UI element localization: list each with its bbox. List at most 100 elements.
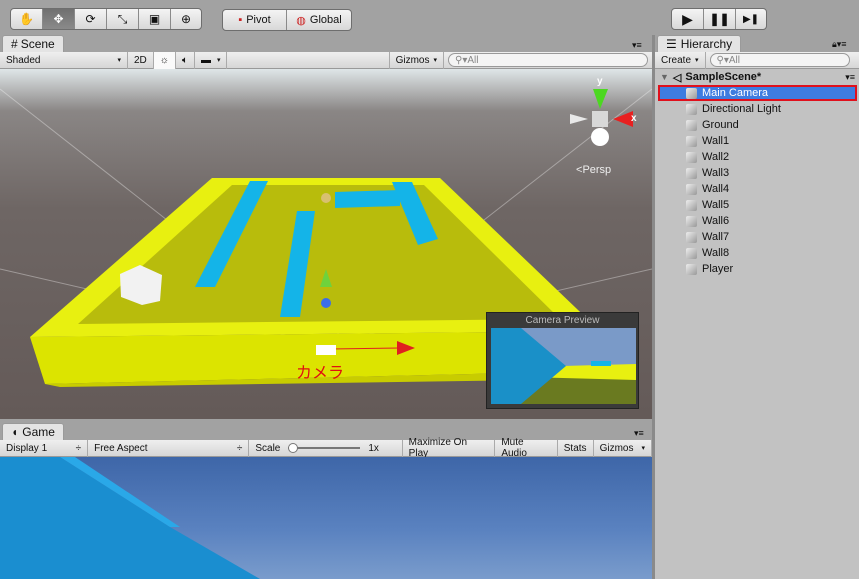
audio-toggle[interactable]: 🔈︎ — [176, 51, 195, 69]
hierarchy-item-wall8[interactable]: Wall8 — [655, 245, 859, 261]
display-dropdown[interactable]: Display 1 ÷ — [0, 439, 89, 457]
expand-arrow-icon[interactable]: ▼ — [660, 72, 669, 82]
rect-tool-button[interactable]: ▣ — [139, 9, 171, 29]
gameobject-icon — [686, 199, 697, 211]
gameobject-icon — [686, 87, 697, 99]
game-viewport[interactable] — [0, 457, 652, 579]
tab-scene[interactable]: # Scene — [2, 35, 64, 52]
hierarchy-item-wall1[interactable]: Wall1 — [655, 133, 859, 149]
hierarchy-item-wall6[interactable]: Wall6 — [655, 213, 859, 229]
maximize-on-play-toggle[interactable]: Maximize On Play — [403, 437, 496, 459]
pivot-label: Pivot — [246, 14, 271, 26]
hierarchy-item-wall4[interactable]: Wall4 — [655, 181, 859, 197]
play-controls: ▶ ❚❚ ▶❚ — [671, 8, 767, 30]
shading-label: Shaded — [6, 54, 41, 66]
item-label: Player — [702, 263, 734, 275]
shading-dropdown[interactable]: Shaded ▾ — [0, 51, 128, 69]
mute-audio-toggle[interactable]: Mute Audio — [495, 437, 558, 459]
hierarchy-item-main-camera[interactable]: Main Camera — [658, 85, 857, 101]
play-button[interactable]: ▶ — [672, 9, 704, 29]
rotate-tool-button[interactable]: ⟳ — [75, 9, 107, 29]
hierarchy-tab-label: Hierarchy — [680, 37, 733, 51]
scale-value: 1x — [368, 442, 379, 454]
item-label: Main Camera — [702, 87, 769, 99]
image-icon: ▬ — [200, 54, 211, 66]
hierarchy-item-directional-light[interactable]: Directional Light — [655, 101, 859, 117]
item-label: Wall3 — [702, 167, 730, 179]
scale-tool-button[interactable]: ⤡ — [107, 9, 139, 29]
move-tool-button[interactable]: ✥ — [43, 9, 75, 29]
scale-slider-thumb[interactable] — [288, 443, 299, 453]
hierarchy-item-wall7[interactable]: Wall7 — [655, 229, 859, 245]
game-gizmos-label: Gizmos — [599, 442, 634, 454]
hierarchy-item-player[interactable]: Player — [655, 261, 859, 277]
hierarchy-search-input[interactable]: ⚲▾ All — [709, 53, 850, 67]
gameobject-icon — [686, 247, 697, 259]
game-panel-menu-icon[interactable]: ▾≡ — [634, 428, 644, 439]
camera-preview-title: Camera Preview — [525, 315, 600, 326]
item-label: Ground — [702, 119, 739, 131]
item-label: Wall4 — [702, 183, 730, 195]
2d-toggle[interactable]: 2D — [128, 51, 154, 69]
gameobject-icon — [686, 231, 697, 243]
hierarchy-toolbar: Create ▾ ⚲▾ All — [655, 51, 859, 69]
global-label: Global — [309, 14, 342, 26]
global-button[interactable]: ◍ Global — [287, 10, 351, 30]
camera-preview: Camera Preview — [486, 312, 639, 409]
create-label: Create — [661, 54, 692, 66]
camera-annotation: カメラ — [296, 365, 345, 382]
lighting-toggle[interactable]: ☼ — [153, 51, 176, 69]
hand-tool-button[interactable]: ✋ — [11, 9, 43, 29]
game-toolbar: Display 1 ÷ Free Aspect ÷ Scale 1x Maximize… — [0, 437, 652, 459]
aspect-dropdown[interactable]: Free Aspect ÷ — [88, 439, 250, 457]
display-label: Display 1 — [6, 442, 48, 454]
game-icon: ◖ — [11, 425, 19, 439]
hierarchy-item-wall3[interactable]: Wall3 — [655, 165, 859, 181]
pivot-button[interactable]: ▪ Pivot — [223, 10, 287, 30]
gameobject-icon — [686, 135, 697, 147]
projection-toggle[interactable]: <Persp — [576, 164, 611, 176]
tab-hierarchy[interactable]: ☰ Hierarchy — [657, 35, 742, 52]
item-label: Wall1 — [702, 135, 730, 147]
gizmos-dropdown[interactable]: Gizmos ▾ — [390, 51, 444, 69]
game-gizmos-dropdown[interactable]: Gizmos ▾ — [594, 439, 652, 457]
gameobject-icon — [686, 167, 697, 179]
globe-icon: ◍ — [296, 14, 306, 27]
hierarchy-list: ▼ ◁ SampleScene* ▾≡ Main Camera Directional… — [655, 69, 859, 579]
hierarchy-item-wall2[interactable]: Wall2 — [655, 149, 859, 165]
scene-toolbar: Shaded ▾ 2D ☼ 🔈︎ ▬ ▾ Gizmos ▾ ⚲▾ All — [0, 51, 652, 69]
effects-dropdown[interactable]: ▬ ▾ — [195, 51, 228, 69]
scene-root[interactable]: ▼ ◁ SampleScene* ▾≡ — [655, 69, 859, 85]
scene-menu-icon[interactable]: ▾≡ — [845, 72, 855, 83]
create-dropdown[interactable]: Create ▾ — [655, 51, 706, 69]
scale-slider[interactable]: Scale 1x — [249, 439, 403, 457]
gameobject-icon — [686, 263, 697, 275]
unity-icon: ◁ — [672, 71, 682, 84]
item-label: Wall6 — [702, 215, 730, 227]
pause-button[interactable]: ❚❚ — [704, 9, 736, 29]
stats-toggle[interactable]: Stats — [558, 439, 594, 457]
scene-viewport[interactable]: y x <Persp カメラ Camera Preview — [0, 69, 652, 419]
axis-x-label: x — [631, 113, 637, 124]
hierarchy-item-wall5[interactable]: Wall5 — [655, 197, 859, 213]
scene-search-input[interactable]: ⚲▾ All — [448, 53, 648, 67]
camera-preview-image — [491, 328, 636, 404]
transform-tool-button[interactable]: ⊕ — [171, 9, 201, 29]
item-label: Wall5 — [702, 199, 730, 211]
list-icon: ☰ — [666, 37, 677, 51]
lock-icon[interactable]: 🔒︎▾≡ — [832, 39, 847, 50]
gizmos-label: Gizmos — [395, 54, 430, 66]
game-tab-label: Game — [22, 425, 55, 439]
transform-tools: ✋ ✥ ⟳ ⤡ ▣ ⊕ — [10, 8, 202, 30]
scale-label: Scale — [255, 442, 281, 454]
gameobject-icon — [686, 119, 697, 131]
panel-menu-icon[interactable]: ▾≡ — [632, 40, 642, 51]
gameobject-icon — [686, 151, 697, 163]
hierarchy-item-ground[interactable]: Ground — [655, 117, 859, 133]
tab-game[interactable]: ◖ Game — [2, 423, 64, 440]
scene-tab-label: Scene — [20, 37, 55, 51]
step-button[interactable]: ▶❚ — [736, 9, 766, 29]
item-label: Wall7 — [702, 231, 730, 243]
grid-icon: # — [11, 37, 18, 51]
speaker-icon: 🔈︎ — [181, 54, 188, 66]
